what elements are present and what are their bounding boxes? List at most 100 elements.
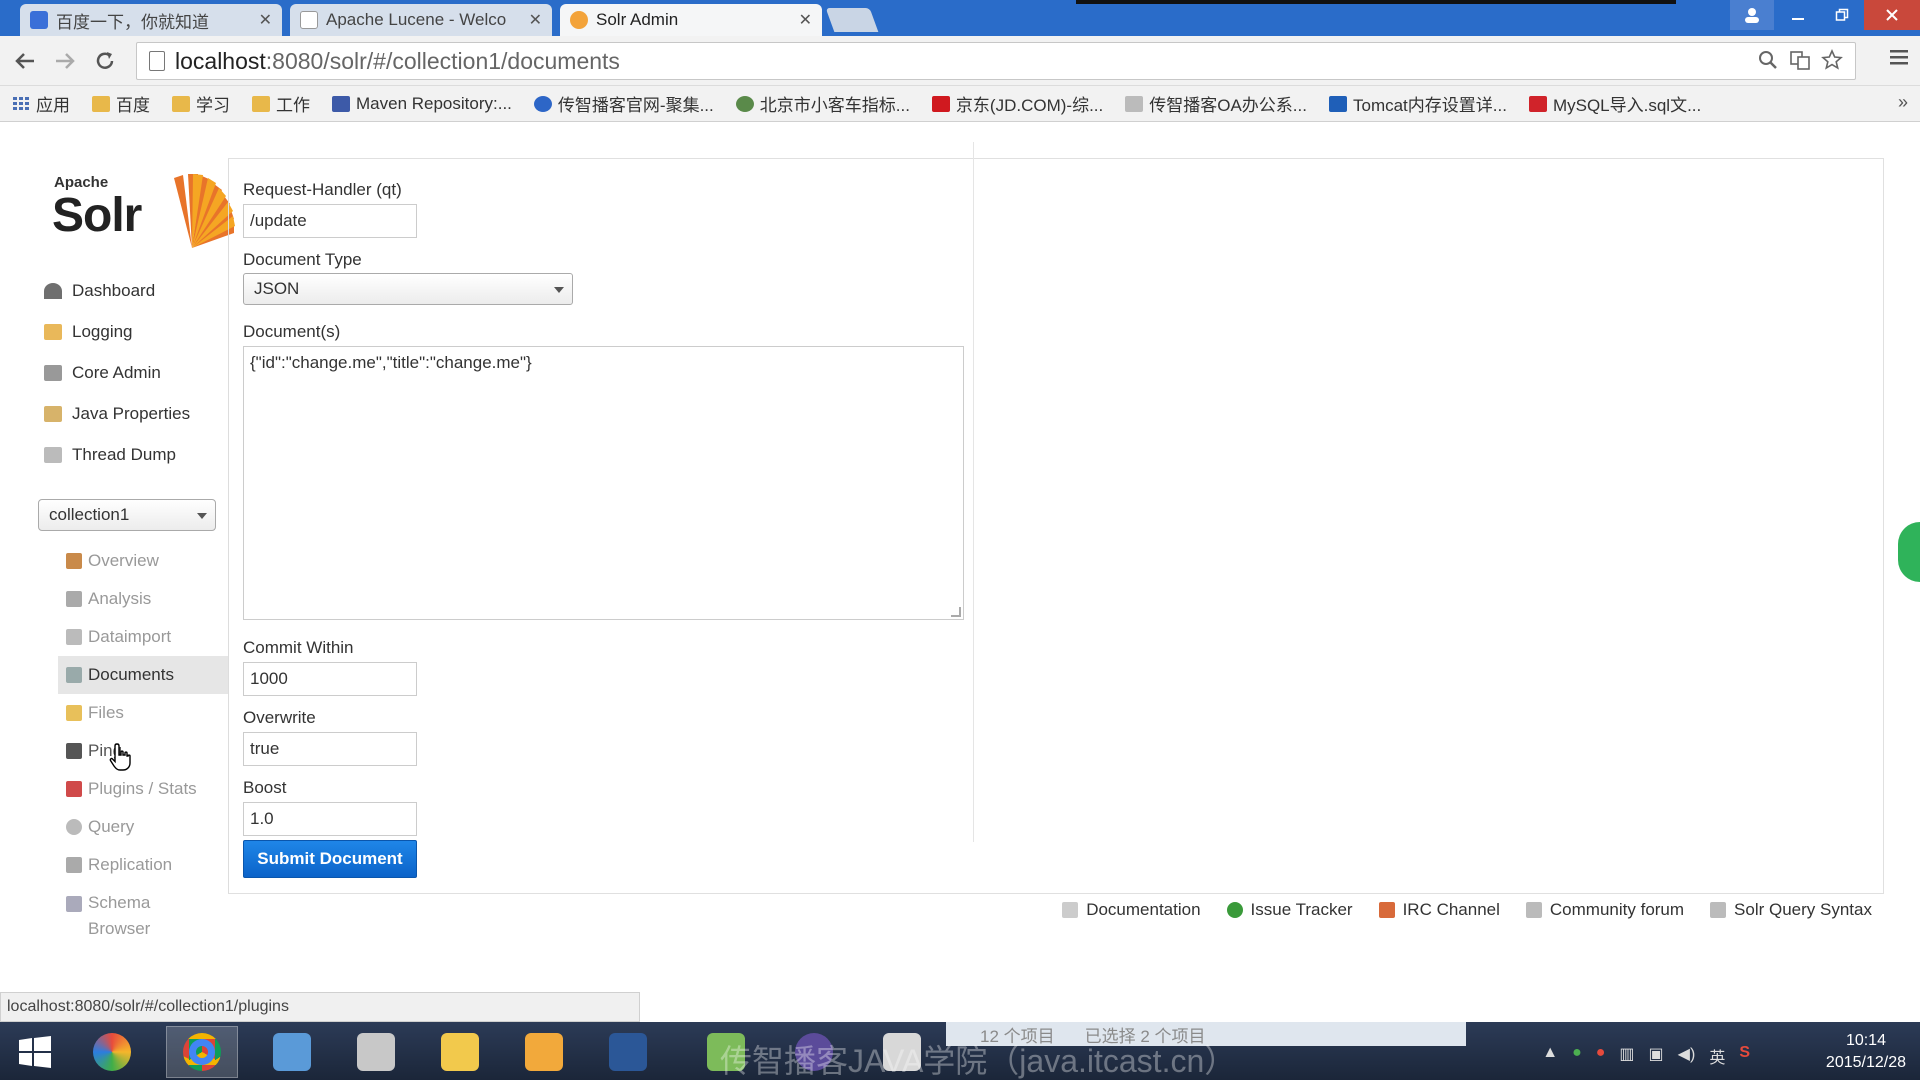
tab-label: Apache Lucene - Welco [326,10,507,29]
taskbar-app-sublime[interactable] [508,1026,580,1078]
close-tab-icon[interactable]: ✕ [259,10,272,30]
core-menu-replication[interactable]: Replication [58,846,228,884]
footer-issue-tracker-link[interactable]: Issue Tracker [1226,900,1353,920]
boost-input[interactable]: 1.0 [243,802,417,836]
documents-textarea[interactable]: {"id":"change.me","title":"change.me"} [243,346,964,620]
bookmark-apps[interactable]: 应用 [12,91,70,116]
bookmark-star-icon[interactable] [1821,49,1843,71]
back-button[interactable] [10,46,40,76]
commit-within-label: Commit Within [243,638,354,657]
tray-ime-indicator[interactable]: 英 [1709,1044,1725,1068]
documents-label: Document(s) [243,322,341,341]
tab-solr-admin[interactable]: Solr Admin ✕ [560,4,822,36]
footer-query-syntax-link[interactable]: Solr Query Syntax [1710,900,1872,920]
reload-button[interactable] [90,46,120,76]
forward-button[interactable] [50,46,80,76]
tab-lucene[interactable]: Apache Lucene - Welco ✕ [290,4,552,36]
document-type-select[interactable]: JSON [243,273,573,305]
restore-icon[interactable] [1820,0,1864,30]
tray-display-icon[interactable]: ▣ [1649,1044,1664,1068]
logo-solr-text: Solr [52,189,142,242]
close-tab-icon[interactable]: ✕ [799,10,812,30]
taskbar-app-360[interactable] [76,1026,148,1078]
video-watermark: 传智播客JAVA学院（java.itcast.cn） [720,1043,1237,1079]
minimize-icon[interactable] [1776,0,1820,30]
bookmark-maven[interactable]: Maven Repository:... [332,94,512,114]
bookmark-beijing[interactable]: 北京市小客车指标... [735,91,910,116]
close-tab-icon[interactable]: ✕ [529,10,542,30]
tray-expand-icon[interactable]: ▲ [1542,1044,1558,1068]
user-icon[interactable] [1730,0,1774,30]
tray-sogou-icon[interactable]: S [1739,1044,1750,1068]
mysql-icon [1528,95,1547,112]
tray-green-icon[interactable]: ● [1572,1044,1582,1068]
taskbar-clock[interactable]: 10:14 2015/12/28 [1826,1030,1906,1074]
system-tray: ▲ ● ● ▥ ▣ ◀) 英 S [1542,1044,1750,1068]
core-menu: Overview Analysis Dataimport Documents F… [58,542,228,940]
nav-dashboard[interactable]: Dashboard [38,270,228,311]
core-menu-schema-browser[interactable]: Schema Browser [58,884,228,940]
bookmark-itcast[interactable]: 传智播客官网-聚集... [533,91,714,116]
document-type-label: Document Type [243,250,362,269]
nav-logging[interactable]: Logging [38,311,228,352]
forward-arrow-icon [56,53,75,69]
hand-cursor-icon [109,743,131,771]
taskbar-app-control-panel[interactable] [340,1026,412,1078]
close-window-icon[interactable] [1864,0,1920,30]
commit-within-input[interactable]: 1000 [243,662,417,696]
taskbar-app-explorer[interactable] [424,1026,496,1078]
overwrite-input[interactable]: true [243,732,417,766]
nav-thread-dump[interactable]: Thread Dump [38,434,228,475]
footer-community-forum-link[interactable]: Community forum [1525,900,1684,920]
tray-network-icon[interactable]: ▥ [1619,1044,1634,1068]
resize-grip-icon[interactable] [951,607,961,617]
core-menu-plugins-stats[interactable]: Plugins / Stats [58,770,228,808]
zoom-icon[interactable] [1757,49,1779,71]
bookmark-oa[interactable]: 传智播客OA办公系... [1125,91,1307,116]
reload-icon [96,52,114,69]
app-360-icon [93,1033,131,1071]
core-selector[interactable]: collection1 [38,499,216,531]
tray-red-icon[interactable]: ● [1596,1044,1606,1068]
taskbar-app-chrome[interactable] [166,1026,238,1078]
floating-side-widget[interactable] [1898,522,1920,582]
core-menu-ping[interactable]: Ping [58,732,228,770]
core-menu-overview[interactable]: Overview [58,542,228,580]
start-button[interactable] [0,1026,70,1078]
clock-date: 2015/12/28 [1825,1054,1906,1071]
core-admin-icon [44,364,62,381]
bookmark-mysql[interactable]: MySQL导入.sql文... [1528,91,1701,116]
chevron-down-icon [554,287,564,293]
browser-menu-button[interactable] [1888,46,1910,75]
new-tab-button[interactable] [825,8,879,32]
hamburger-icon [1890,50,1908,65]
bookmark-jd[interactable]: 京东(JD.COM)-综... [931,91,1103,116]
core-menu-files[interactable]: Files [58,694,228,732]
translate-icon[interactable] [1789,49,1811,71]
bookmark-tomcat[interactable]: Tomcat内存设置详... [1328,91,1507,116]
nav-core-admin[interactable]: Core Admin [38,352,228,393]
java-properties-icon [44,405,62,422]
solr-logo[interactable]: Apache Solr [52,168,235,258]
request-handler-input[interactable]: /update [243,204,417,238]
core-menu-dataimport[interactable]: Dataimport [58,618,228,656]
taskbar-app-remote-desktop[interactable] [256,1026,328,1078]
core-menu-documents[interactable]: Documents [58,656,228,694]
bookmark-folder-work[interactable]: 工作 [252,91,310,116]
taskbar-app-word[interactable] [592,1026,664,1078]
nav-java-properties[interactable]: Java Properties [38,393,228,434]
core-menu-analysis[interactable]: Analysis [58,580,228,618]
footer-documentation-link[interactable]: Documentation [1062,900,1201,920]
address-bar[interactable]: localhost:8080/solr/#/collection1/docume… [136,42,1856,80]
tab-baidu[interactable]: 百度一下，你就知道 ✕ [20,4,282,36]
bookmark-folder-baidu[interactable]: 百度 [92,91,150,116]
dashboard-icon [44,282,62,299]
address-url[interactable]: localhost:8080/solr/#/collection1/docume… [175,48,620,75]
footer-irc-channel-link[interactable]: IRC Channel [1378,900,1500,920]
bookmarks-overflow-chevron-icon[interactable]: » [1898,92,1908,113]
core-menu-query[interactable]: Query [58,808,228,846]
apps-grid-icon [13,96,29,110]
bookmark-folder-study[interactable]: 学习 [172,91,230,116]
tray-volume-icon[interactable]: ◀) [1678,1044,1696,1068]
submit-document-button[interactable]: Submit Document [243,840,417,878]
